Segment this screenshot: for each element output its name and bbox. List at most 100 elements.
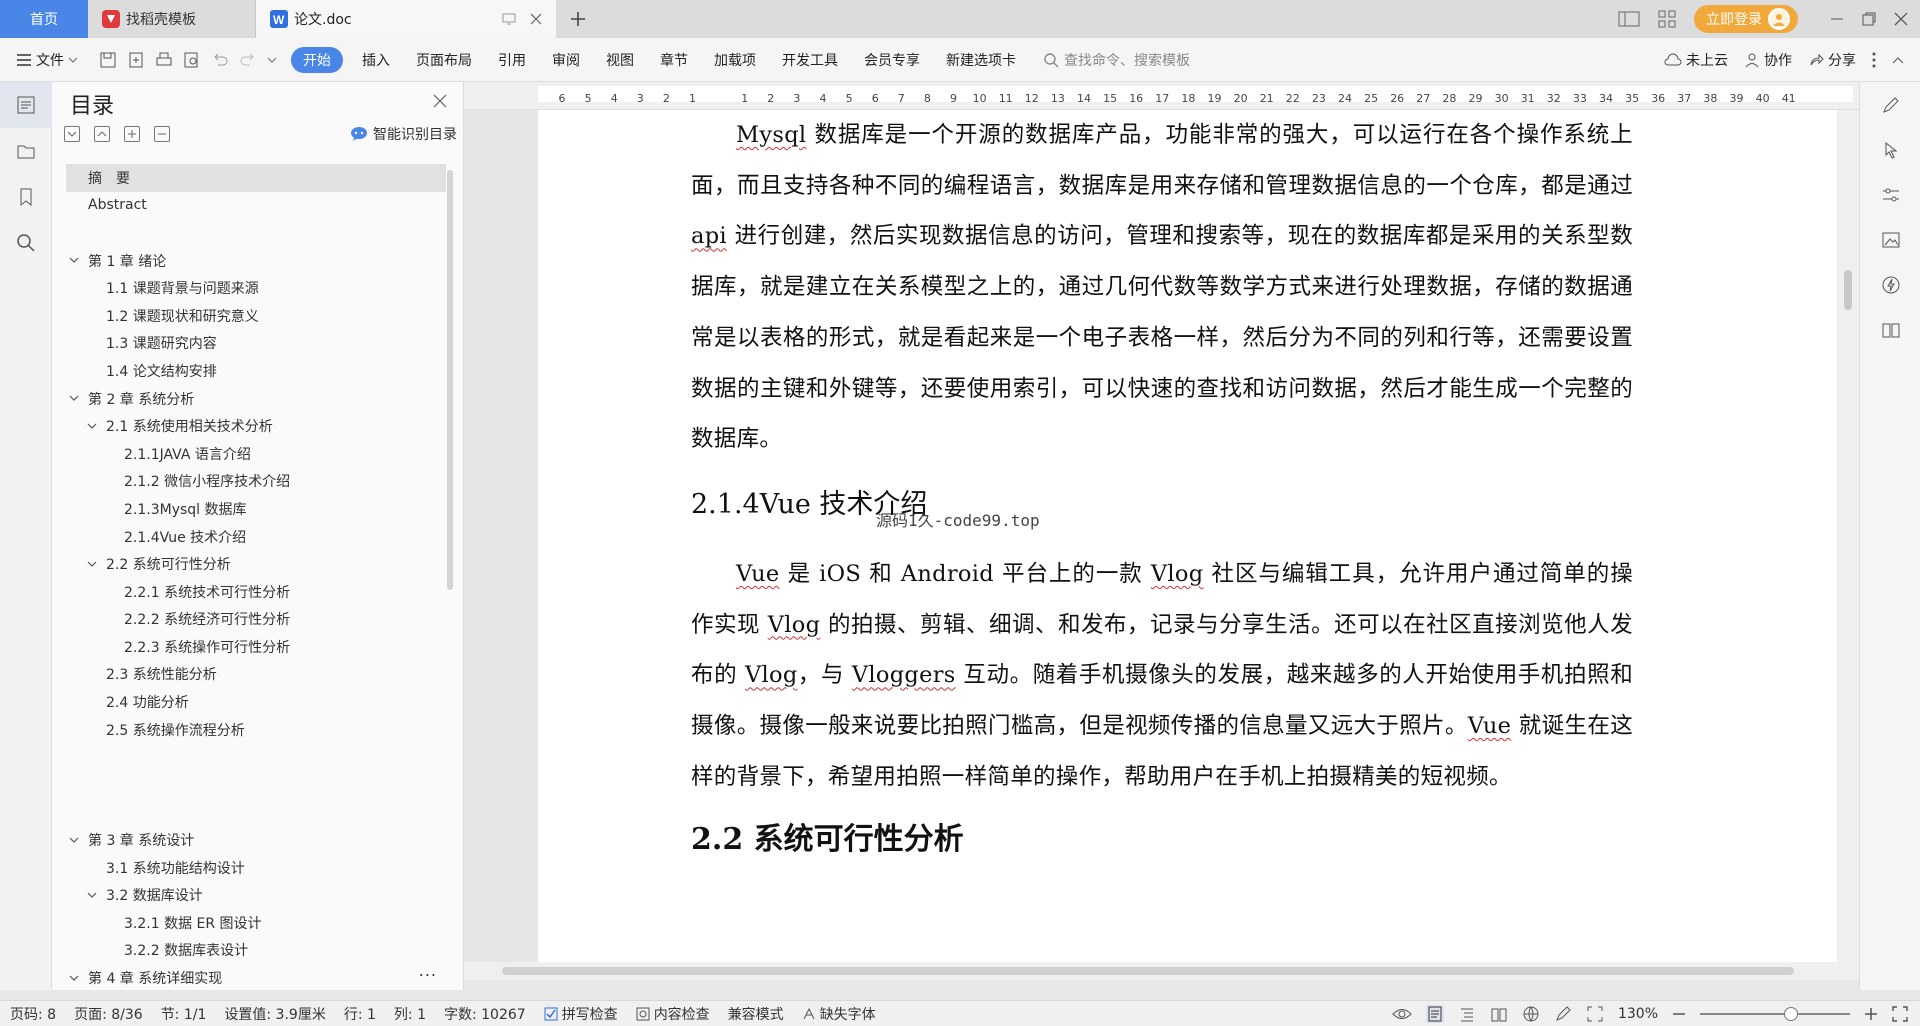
horizontal-scrollbar[interactable] [464, 962, 1859, 980]
toc-item[interactable]: 第 1 章 绪论 [66, 247, 446, 275]
zoom-slider[interactable] [1700, 1006, 1850, 1021]
status-words[interactable]: 字数: 10267 [444, 1004, 526, 1024]
toc-item[interactable]: 第 4 章 系统详细实现 [66, 964, 446, 992]
customize-toolbar-icon[interactable] [267, 55, 277, 65]
menu-page-layout[interactable]: 页面布局 [403, 45, 485, 75]
toc-item[interactable]: 1.3 课题研究内容 [66, 330, 446, 358]
restore-icon[interactable] [1862, 12, 1876, 26]
image-tool-button[interactable] [1860, 217, 1920, 262]
collapse-all-button[interactable] [64, 126, 80, 142]
book-tool-button[interactable] [1860, 307, 1920, 352]
content-check-button[interactable]: 内容检查 [636, 1004, 710, 1024]
toc-item[interactable]: 2.2.3 系统操作可行性分析 [66, 633, 446, 661]
menu-review[interactable]: 审阅 [539, 45, 593, 75]
horizontal-ruler[interactable]: 6 5 4 3 2 1 1 2 3 4 5 6 7 8 9 10 11 12 13 14 15 16 17 18 19 20 21 2… [464, 82, 1859, 110]
chevron-down-icon[interactable] [84, 892, 100, 899]
toc-item[interactable]: 第 3 章 系统设计 [66, 826, 446, 854]
print-preview-icon[interactable] [183, 51, 201, 69]
print-icon[interactable] [155, 51, 173, 69]
toc-item[interactable]: 2.2.1 系统技术可行性分析 [66, 578, 446, 606]
cloud-status-button[interactable]: 未上云 [1664, 50, 1728, 70]
toc-scrollbar[interactable] [447, 170, 453, 590]
file-menu[interactable]: 文件 [0, 45, 91, 75]
collaborate-button[interactable]: 协作 [1744, 50, 1792, 70]
toc-item[interactable]: 1.4 论文结构安排 [66, 357, 446, 385]
toc-item[interactable]: Abstract [66, 192, 446, 220]
toc-item[interactable]: 2.3 系统性能分析 [66, 661, 446, 689]
undo-icon[interactable] [211, 51, 229, 69]
write-view-icon[interactable] [1554, 1005, 1572, 1023]
reading-view-icon[interactable] [1490, 1005, 1508, 1023]
toc-item[interactable]: 3.2 数据库设计 [66, 881, 446, 909]
toc-item[interactable]: 2.1.1JAVA 语言介绍 [66, 440, 446, 468]
fit-page-icon[interactable] [1586, 1005, 1604, 1023]
bookmark-nav-button[interactable] [0, 174, 52, 220]
toc-item[interactable]: 2.2 系统可行性分析 [66, 550, 446, 578]
horizontal-scroll-thumb[interactable] [502, 967, 1794, 975]
chapter-nav-button[interactable] [0, 128, 52, 174]
toc-item[interactable]: 1.2 课题现状和研究意义 [66, 302, 446, 330]
page-view-icon[interactable] [1425, 1004, 1444, 1023]
remove-heading-button[interactable] [154, 126, 170, 142]
tab-document[interactable]: W 论文.doc [256, 0, 556, 38]
zoom-out-icon[interactable] [1672, 1007, 1686, 1021]
document-page[interactable]: Mysql 数据库是一个开源的数据库产品，功能非常的强大，可以运行在各个操作系统… [538, 110, 1853, 980]
toc-item[interactable]: 2.5 系统操作流程分析 [66, 716, 446, 744]
close-tab-icon[interactable] [530, 13, 542, 25]
chevron-down-icon[interactable] [66, 257, 82, 264]
vertical-scroll-thumb[interactable] [1844, 270, 1852, 310]
login-button[interactable]: 立即登录 [1694, 5, 1798, 33]
adjust-tool-button[interactable] [1860, 172, 1920, 217]
menu-new-tab[interactable]: 新建选项卡 [933, 45, 1029, 75]
menu-view[interactable]: 视图 [593, 45, 647, 75]
chevron-down-icon[interactable] [66, 837, 82, 844]
chevron-down-icon[interactable] [84, 423, 100, 430]
chevron-down-icon[interactable] [66, 975, 82, 982]
toc-item[interactable]: 摘 要 [66, 164, 446, 192]
toc-nav-button[interactable] [0, 82, 52, 128]
toc-item[interactable]: 2.4 功能分析 [66, 688, 446, 716]
web-view-icon[interactable] [1522, 1005, 1540, 1023]
paragraph-vue[interactable]: Vue 是 iOS 和 Android 平台上的一款 Vlog 社区与编辑工具，… [691, 549, 1633, 803]
toc-item[interactable]: 2.1.2 微信小程序技术介绍 [66, 468, 446, 496]
find-nav-button[interactable] [0, 220, 52, 266]
status-page[interactable]: 页面: 8/36 [74, 1004, 143, 1024]
fullscreen-icon[interactable] [1892, 1005, 1908, 1022]
zoom-slider-knob[interactable] [1784, 1006, 1798, 1021]
chevron-down-icon[interactable] [66, 395, 82, 402]
redo-icon[interactable] [239, 51, 257, 69]
command-search[interactable]: 查找命令、搜索模板 [1043, 50, 1190, 70]
smart-toc-button[interactable]: 智能识别目录 [350, 124, 457, 144]
outline-view-icon[interactable] [1458, 1005, 1476, 1023]
missing-font-button[interactable]: 缺失字体 [802, 1004, 876, 1024]
zoom-in-icon[interactable] [1864, 1007, 1878, 1021]
expand-all-button[interactable] [94, 126, 110, 142]
link-tool-button[interactable] [1860, 262, 1920, 307]
tab-home[interactable]: 首页 [0, 0, 88, 38]
collapse-ribbon-icon[interactable] [1892, 56, 1904, 64]
toc-item[interactable]: 3.2.1 数据 ER 图设计 [66, 909, 446, 937]
close-window-icon[interactable] [1894, 12, 1908, 26]
menu-member[interactable]: 会员专享 [851, 45, 933, 75]
toc-more-indicator[interactable]: ... [419, 961, 437, 980]
toc-item[interactable]: 2.1 系统使用相关技术分析 [66, 412, 446, 440]
vertical-scrollbar[interactable] [1837, 110, 1859, 980]
tab-window-icon[interactable] [502, 13, 516, 25]
toc-item[interactable]: 第 2 章 系统分析 [66, 385, 446, 413]
export-pdf-icon[interactable] [127, 51, 145, 69]
heading-feasibility[interactable]: 2.2 系统可行性分析 [691, 820, 1633, 860]
toc-item[interactable]: 2.1.4Vue 技术介绍 [66, 523, 446, 551]
select-tool-button[interactable] [1860, 127, 1920, 172]
toc-item[interactable]: 3.2.2 数据库表设计 [66, 937, 446, 965]
spell-check-button[interactable]: 拼写检查 [544, 1004, 618, 1024]
chevron-down-icon[interactable] [84, 561, 100, 568]
tab-template[interactable]: 找稻壳模板 [88, 0, 256, 38]
more-options-icon[interactable] [1872, 52, 1876, 68]
menu-addins[interactable]: 加载项 [701, 45, 769, 75]
paragraph-mysql[interactable]: Mysql 数据库是一个开源的数据库产品，功能非常的强大，可以运行在各个操作系统… [691, 110, 1633, 465]
edit-tool-button[interactable] [1860, 82, 1920, 127]
menu-references[interactable]: 引用 [485, 45, 539, 75]
toc-item[interactable]: 1.1 课题背景与问题来源 [66, 274, 446, 302]
toc-item[interactable]: 3.1 系统功能结构设计 [66, 854, 446, 882]
share-button[interactable]: 分享 [1808, 50, 1856, 70]
